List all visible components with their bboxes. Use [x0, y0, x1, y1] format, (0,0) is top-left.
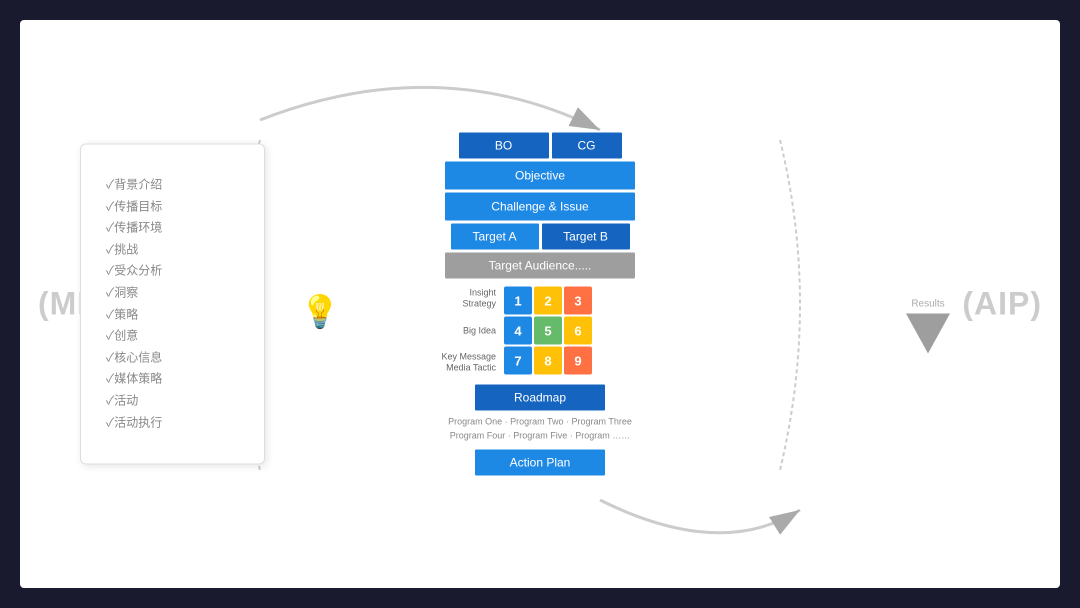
- checklist-item-12: ✓活动执行: [106, 412, 239, 434]
- cell-5[interactable]: 5: [534, 317, 562, 345]
- cell-2[interactable]: 2: [534, 287, 562, 315]
- cell-9[interactable]: 9: [564, 347, 592, 375]
- results-label: Results: [911, 299, 944, 310]
- bo-block[interactable]: BO: [459, 133, 549, 159]
- results-area: Results: [906, 299, 950, 354]
- challenge-row: Challenge & Issue: [400, 193, 680, 221]
- cell-7[interactable]: 7: [504, 347, 532, 375]
- bo-cg-row: BO CG: [400, 133, 680, 159]
- checklist-item-1: ✓背景介绍: [106, 174, 239, 196]
- cg-block[interactable]: CG: [552, 133, 622, 159]
- cell-6[interactable]: 6: [564, 317, 592, 345]
- target-b-block[interactable]: Target B: [542, 224, 630, 250]
- objective-row: Objective: [400, 162, 680, 190]
- checklist-item-8: ✓创意: [106, 326, 239, 348]
- cell-1[interactable]: 1: [504, 287, 532, 315]
- checklist-item-2: ✓传播目标: [106, 196, 239, 218]
- checklist-item-9: ✓核心信息: [106, 347, 239, 369]
- programs-line-2: Program Four · Program Five · Program ……: [450, 430, 631, 440]
- grid-label-keymessage: Key MessageMedia Tactic: [430, 348, 500, 378]
- challenge-block[interactable]: Challenge & Issue: [445, 193, 635, 221]
- left-panel: ✓背景介绍 ✓传播目标 ✓传播环境 ✓挑战 ✓受众分析 ✓洞察 ✓策略 ✓创意 …: [80, 143, 265, 464]
- programs-line-1: Program One · Program Two · Program Thre…: [448, 417, 632, 427]
- roadmap-row: Roadmap: [400, 381, 680, 411]
- target-audience-block[interactable]: Target Audience.....: [445, 253, 635, 279]
- roadmap-block[interactable]: Roadmap: [475, 385, 605, 411]
- grid-label-bigidea: Big Idea: [430, 316, 500, 346]
- target-ab-row: Target A Target B: [400, 224, 680, 250]
- checklist-item-6: ✓洞察: [106, 282, 239, 304]
- programs-text: Program One · Program Two · Program Thre…: [448, 416, 632, 443]
- grid-cells: 1 2 3 4 5 6 7 8 9: [504, 287, 592, 375]
- cell-3[interactable]: 3: [564, 287, 592, 315]
- action-plan-row: Action Plan: [400, 448, 680, 476]
- checklist-item-5: ✓受众分析: [106, 261, 239, 283]
- checklist-item-4: ✓挑战: [106, 239, 239, 261]
- checklist-item-7: ✓策略: [106, 304, 239, 326]
- grid-label-insight: InsightStrategy: [430, 284, 500, 314]
- checklist-item-10: ✓媒体策略: [106, 369, 239, 391]
- cell-8[interactable]: 8: [534, 347, 562, 375]
- grid-section: InsightStrategy Big Idea Key MessageMedi…: [430, 284, 650, 378]
- aip-label: (AIP): [962, 286, 1042, 323]
- objective-block[interactable]: Objective: [445, 162, 635, 190]
- action-plan-block[interactable]: Action Plan: [475, 450, 605, 476]
- center-diagram: BO CG Objective Challenge & Issue Target…: [400, 133, 680, 476]
- checklist: ✓背景介绍 ✓传播目标 ✓传播环境 ✓挑战 ✓受众分析 ✓洞察 ✓策略 ✓创意 …: [106, 174, 239, 433]
- bulb-icon: 💡: [300, 293, 340, 331]
- target-audience-row: Target Audience.....: [400, 253, 680, 279]
- cell-4[interactable]: 4: [504, 317, 532, 345]
- grid-labels: InsightStrategy Big Idea Key MessageMedi…: [430, 284, 500, 378]
- checklist-item-11: ✓活动: [106, 390, 239, 412]
- checklist-item-3: ✓传播环境: [106, 218, 239, 240]
- down-arrow: [906, 314, 950, 354]
- target-a-block[interactable]: Target A: [451, 224, 539, 250]
